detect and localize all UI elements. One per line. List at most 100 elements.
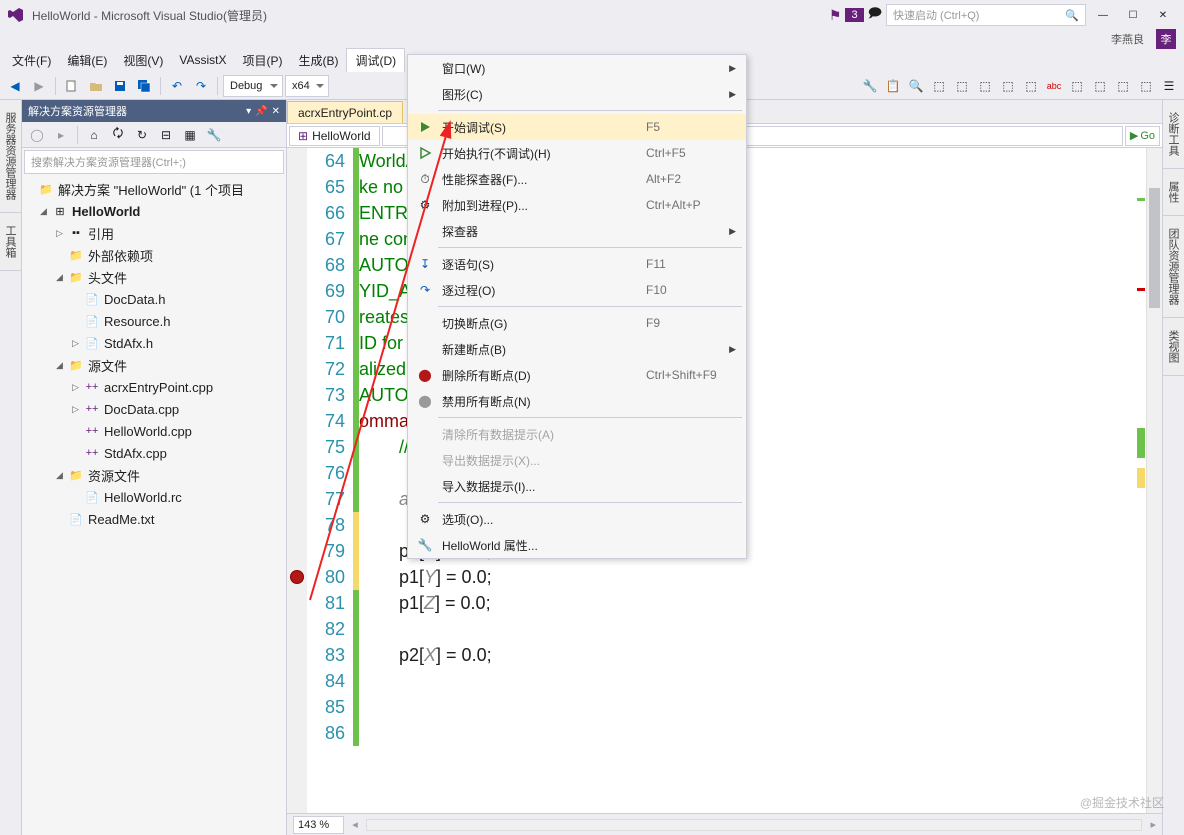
node-references[interactable]: ▷▪▪引用: [22, 222, 286, 244]
exp-back[interactable]: ◯: [26, 124, 48, 146]
node-headers[interactable]: ◢📁头文件: [22, 266, 286, 288]
rail-server-explorer[interactable]: 服务器资源管理器: [0, 100, 21, 213]
tool-icon-7[interactable]: ⬚: [997, 75, 1019, 97]
explorer-search[interactable]: 搜索解决方案资源管理器(Ctrl+;): [24, 150, 284, 174]
user-avatar[interactable]: 李: [1156, 29, 1176, 49]
tool-icon-11[interactable]: ⬚: [1089, 75, 1111, 97]
unpin-icon[interactable]: 📌: [255, 106, 267, 117]
menu-item[interactable]: 探查器▶: [408, 218, 746, 244]
nav-go-button[interactable]: ▶Go: [1125, 126, 1160, 146]
exp-showall[interactable]: ▦: [179, 124, 201, 146]
node-acrxentry-cpp[interactable]: ▷++acrxEntryPoint.cpp: [22, 376, 286, 398]
undo-button[interactable]: ↶: [166, 75, 188, 97]
platform-combo[interactable]: x64: [285, 75, 329, 97]
tool-icon-4[interactable]: ⬚: [928, 75, 950, 97]
exp-home[interactable]: ⌂: [83, 124, 105, 146]
save-all-button[interactable]: [133, 75, 155, 97]
node-helloworld-cpp[interactable]: ++HelloWorld.cpp: [22, 420, 286, 442]
rail-class-view[interactable]: 类视图: [1163, 318, 1184, 376]
tool-icon-14[interactable]: ☰: [1158, 75, 1180, 97]
nav-fwd-button[interactable]: ▶: [28, 75, 50, 97]
tool-icon-2[interactable]: 📋: [882, 75, 904, 97]
menu-item[interactable]: 切换断点(G)F9: [408, 310, 746, 336]
menu-item[interactable]: ↧逐语句(S)F11: [408, 251, 746, 277]
exp-refresh[interactable]: ↻: [131, 124, 153, 146]
menu-item[interactable]: 🔧HelloWorld 属性...: [408, 532, 746, 558]
menu-project[interactable]: 项目(P): [234, 49, 290, 72]
menu-edit[interactable]: 编辑(E): [59, 49, 115, 72]
menu-build[interactable]: 生成(B): [290, 49, 346, 72]
exp-sync[interactable]: 🗘: [107, 124, 129, 146]
rail-team-explorer[interactable]: 团队资源管理器: [1163, 216, 1184, 318]
tab-acrxentrypoint[interactable]: acrxEntryPoint.cp: [287, 101, 403, 123]
tool-icon-3[interactable]: 🔍: [905, 75, 927, 97]
node-sources[interactable]: ◢📁源文件: [22, 354, 286, 376]
breakpoint-marker[interactable]: [290, 570, 304, 584]
tool-icon-13[interactable]: ⬚: [1135, 75, 1157, 97]
menu-item[interactable]: 窗口(W)▶: [408, 55, 746, 81]
node-docdata-cpp[interactable]: ▷++DocData.cpp: [22, 398, 286, 420]
menu-item[interactable]: 开始执行(不调试)(H)Ctrl+F5: [408, 140, 746, 166]
horizontal-scrollbar[interactable]: [366, 819, 1143, 831]
flag-icon[interactable]: ⚑: [829, 7, 842, 24]
minimize-button[interactable]: —: [1090, 5, 1116, 25]
menu-view[interactable]: 视图(V): [115, 49, 171, 72]
open-button[interactable]: [85, 75, 107, 97]
search-icon: 🔍: [1065, 9, 1079, 22]
tool-icon-10[interactable]: ⬚: [1066, 75, 1088, 97]
exp-collapse[interactable]: ⊟: [155, 124, 177, 146]
new-button[interactable]: [61, 75, 83, 97]
breakpoint-gutter[interactable]: [287, 148, 307, 813]
notification-badge[interactable]: 3: [845, 8, 863, 22]
menu-item[interactable]: ↷逐过程(O)F10: [408, 277, 746, 303]
node-docdata-h[interactable]: 📄DocData.h: [22, 288, 286, 310]
close-window-button[interactable]: ✕: [1150, 5, 1176, 25]
pin-icon[interactable]: ▾: [246, 106, 251, 117]
exp-props[interactable]: 🔧: [203, 124, 225, 146]
overview-ruler[interactable]: [1136, 148, 1146, 813]
nav-back-button[interactable]: ◀: [4, 75, 26, 97]
menu-item[interactable]: ⬤删除所有断点(D)Ctrl+Shift+F9: [408, 362, 746, 388]
node-project[interactable]: ◢⊞HelloWorld: [22, 200, 286, 222]
menu-item[interactable]: 图形(C)▶: [408, 81, 746, 107]
tool-icon-8[interactable]: ⬚: [1020, 75, 1042, 97]
tool-icon-5[interactable]: ⬚: [951, 75, 973, 97]
tool-icon-1[interactable]: 🔧: [859, 75, 881, 97]
user-name-label[interactable]: 李燕良: [1105, 31, 1150, 47]
tool-icon-9[interactable]: abc: [1043, 75, 1065, 97]
menu-debug[interactable]: 调试(D): [346, 48, 405, 72]
menu-item[interactable]: 新建断点(B)▶: [408, 336, 746, 362]
config-combo[interactable]: Debug: [223, 75, 283, 97]
quick-launch-input[interactable]: 快速启动 (Ctrl+Q) 🔍: [886, 4, 1086, 26]
zoom-combo[interactable]: 143 %: [293, 816, 344, 834]
save-button[interactable]: [109, 75, 131, 97]
menu-item[interactable]: ⚙选项(O)...: [408, 506, 746, 532]
menu-vassistx[interactable]: VAssistX: [171, 50, 234, 70]
node-solution[interactable]: 📁解决方案 "HelloWorld" (1 个项目: [22, 178, 286, 200]
feedback-icon[interactable]: 🗩: [868, 4, 882, 26]
nav-crumb-project[interactable]: ⊞HelloWorld: [289, 126, 380, 146]
menu-item[interactable]: ⬤禁用所有断点(N): [408, 388, 746, 414]
redo-button[interactable]: ↷: [190, 75, 212, 97]
menu-item[interactable]: 导入数据提示(I)...: [408, 473, 746, 499]
close-panel-button[interactable]: ✕: [272, 106, 280, 117]
tool-icon-12[interactable]: ⬚: [1112, 75, 1134, 97]
node-external-deps[interactable]: 📁外部依赖项: [22, 244, 286, 266]
menu-file[interactable]: 文件(F): [4, 49, 59, 72]
rail-diagnostics[interactable]: 诊断工具: [1163, 100, 1184, 169]
maximize-button[interactable]: ☐: [1120, 5, 1146, 25]
menu-item[interactable]: ⏱性能探查器(F)...Alt+F2: [408, 166, 746, 192]
rail-toolbox[interactable]: 工具箱: [0, 213, 21, 271]
exp-fwd[interactable]: ▸: [50, 124, 72, 146]
node-resource-h[interactable]: 📄Resource.h: [22, 310, 286, 332]
vertical-scrollbar[interactable]: [1146, 148, 1162, 813]
node-readme[interactable]: 📄ReadMe.txt: [22, 508, 286, 530]
menu-item[interactable]: 开始调试(S)F5: [408, 114, 746, 140]
menu-item[interactable]: ⚙附加到进程(P)...Ctrl+Alt+P: [408, 192, 746, 218]
rail-properties[interactable]: 属性: [1163, 169, 1184, 216]
node-resources[interactable]: ◢📁资源文件: [22, 464, 286, 486]
node-stdafx-h[interactable]: ▷📄StdAfx.h: [22, 332, 286, 354]
tool-icon-6[interactable]: ⬚: [974, 75, 996, 97]
node-helloworld-rc[interactable]: 📄HelloWorld.rc: [22, 486, 286, 508]
node-stdafx-cpp[interactable]: ++StdAfx.cpp: [22, 442, 286, 464]
